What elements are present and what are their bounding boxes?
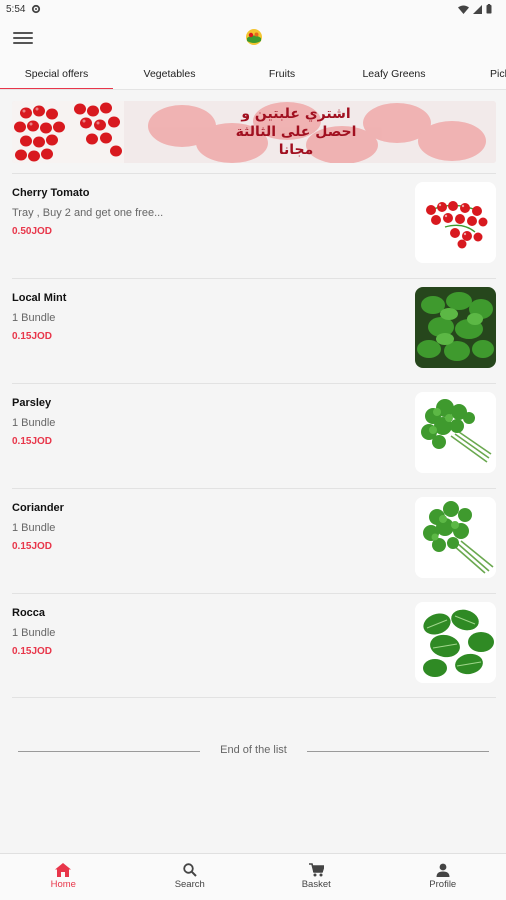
person-icon (436, 863, 450, 877)
battery-icon (486, 4, 492, 14)
promo-banner[interactable]: اشتري علبتين و احصل على الثالثة مجانا (12, 101, 496, 163)
product-item-parsley[interactable]: Parsley 1 Bundle 0.15JOD (0, 384, 506, 488)
product-image (415, 182, 496, 263)
divider (12, 697, 496, 698)
product-name: Coriander (12, 502, 64, 514)
product-item-local-mint[interactable]: Local Mint 1 Bundle 0.15JOD (0, 279, 506, 383)
divider (18, 751, 200, 752)
banner-text: اشتري علبتين و احصل على الثالثة مجانا (235, 106, 357, 158)
product-item-coriander[interactable]: Coriander 1 Bundle 0.15JOD (0, 489, 506, 593)
product-description: 1 Bundle (12, 312, 56, 324)
nav-home-label: Home (50, 879, 76, 890)
product-image (415, 497, 496, 578)
product-name: Rocca (12, 607, 46, 619)
wifi-icon (458, 5, 469, 14)
product-name: Cherry Tomato (12, 187, 90, 199)
nav-profile-label: Profile (429, 879, 457, 890)
product-price: 0.50JOD (12, 226, 53, 237)
category-tabs: Special offers Vegetables Fruits Leafy G… (0, 60, 506, 90)
status-time: 5:54 (6, 3, 26, 15)
product-item-cherry-tomato[interactable]: Cherry Tomato Tray , Buy 2 and get one f… (0, 174, 506, 278)
bottom-navigation: Home Search Basket Profile (0, 853, 506, 900)
menu-button[interactable] (10, 27, 36, 49)
nav-home[interactable]: Home (0, 854, 127, 900)
product-item-rocca[interactable]: Rocca 1 Bundle 0.15JOD (0, 594, 506, 698)
product-price: 0.15JOD (12, 436, 53, 447)
nav-basket-label: Basket (301, 879, 331, 890)
status-bar: 5:54 (0, 0, 506, 18)
tab-leafy-greens[interactable]: Leafy Greens (338, 60, 450, 89)
product-name: Parsley (12, 397, 52, 409)
tab-vegetables[interactable]: Vegetables (113, 60, 226, 89)
nav-basket[interactable]: Basket (253, 854, 380, 900)
signal-icon (473, 4, 482, 14)
nav-profile[interactable]: Profile (380, 854, 506, 900)
tab-fruits[interactable]: Fruits (226, 60, 338, 89)
tab-pick[interactable]: Pick (450, 60, 506, 89)
product-image (415, 287, 496, 368)
divider (307, 751, 489, 752)
menu-icon (13, 32, 33, 34)
product-description: 1 Bundle (12, 417, 56, 429)
tab-special-offers[interactable]: Special offers (0, 60, 113, 89)
product-image (415, 392, 496, 473)
product-description: Tray , Buy 2 and get one free... (12, 207, 164, 219)
nav-search-label: Search (174, 879, 205, 890)
product-description: 1 Bundle (12, 522, 56, 534)
product-price: 0.15JOD (12, 646, 53, 657)
product-price: 0.15JOD (12, 331, 53, 342)
product-list: اشتري علبتين و احصل على الثالثة مجانا Ch… (0, 91, 506, 853)
end-of-list: End of the list (0, 741, 506, 763)
cart-icon (308, 863, 324, 877)
product-image (415, 602, 496, 683)
settings-icon (32, 4, 41, 14)
product-description: 1 Bundle (12, 627, 56, 639)
app-logo (246, 29, 262, 45)
home-icon (55, 863, 72, 877)
nav-search[interactable]: Search (127, 854, 254, 900)
product-name: Local Mint (12, 292, 67, 304)
product-price: 0.15JOD (12, 541, 53, 552)
search-icon (183, 863, 197, 877)
app-bar (0, 18, 506, 60)
end-of-list-label: End of the list (220, 744, 287, 756)
